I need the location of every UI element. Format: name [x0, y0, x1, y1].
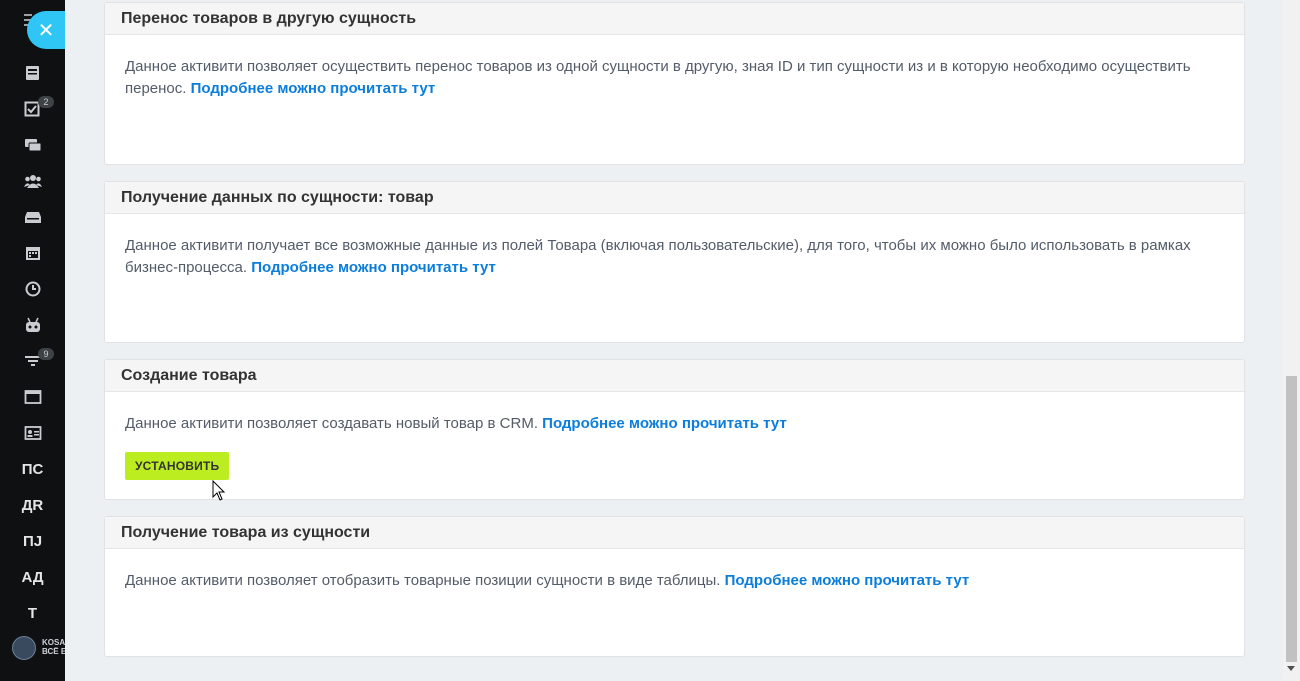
feed-icon[interactable]: [24, 65, 42, 81]
funnel-badge: 9: [38, 348, 54, 360]
read-more-link[interactable]: Подробнее можно прочитать тут: [542, 415, 787, 432]
robot-icon[interactable]: [24, 317, 42, 333]
activity-card: Создание товара Данное активити позволяе…: [104, 359, 1245, 500]
read-more-link[interactable]: Подробнее можно прочитать тут: [191, 80, 436, 97]
left-sidebar: ✕ 2 9 ПС ДR ПJ АД Т KOSA ВСЁ Е: [0, 0, 65, 681]
scroll-down-arrow-icon[interactable]: [1287, 666, 1295, 671]
read-more-link[interactable]: Подробнее можно прочитать тут: [725, 572, 970, 589]
card-description: Данное активити позволяет создавать новы…: [105, 392, 1244, 480]
sidebar-item-ad[interactable]: АД: [0, 569, 65, 586]
card-description: Данное активити позволяет осуществить пе…: [125, 58, 1191, 97]
card-description: Данное активити позволяет отобразить тов…: [125, 572, 970, 589]
scrollbar-thumb[interactable]: [1286, 376, 1297, 662]
tasks-badge: 2: [38, 96, 54, 108]
install-button[interactable]: УСТАНОВИТЬ: [125, 452, 230, 480]
card-description: Данное активити получает все возможные д…: [125, 237, 1191, 276]
read-more-link[interactable]: Подробнее можно прочитать тут: [251, 259, 496, 276]
clock-icon[interactable]: [24, 281, 42, 297]
activity-card: Перенос товаров в другую сущность Данное…: [104, 2, 1245, 165]
sidebar-item-dr[interactable]: ДR: [0, 497, 65, 514]
mouse-cursor-icon: [212, 480, 226, 501]
groups-icon[interactable]: [24, 173, 42, 189]
sidebar-item-pj[interactable]: ПJ: [0, 533, 65, 550]
chat-icon[interactable]: [24, 137, 42, 153]
sidebar-item-ps[interactable]: ПС: [0, 461, 65, 478]
logo-icon: [12, 636, 36, 660]
activity-card: Получение данных по сущности: товар Данн…: [104, 181, 1245, 343]
logo-text: KOSA ВСЁ Е: [42, 638, 65, 656]
sidebar-item-t[interactable]: Т: [0, 605, 65, 622]
activity-card: Получение товара из сущности Данное акти…: [104, 516, 1245, 657]
card-title: Создание товара: [105, 360, 1244, 392]
close-button[interactable]: ✕: [27, 11, 65, 49]
vertical-scrollbar[interactable]: [1283, 0, 1300, 681]
window-icon[interactable]: [24, 389, 42, 405]
company-logo[interactable]: KOSA ВСЁ Е: [12, 635, 65, 663]
card-title: Получение товара из сущности: [105, 517, 1244, 549]
card-title: Получение данных по сущности: товар: [105, 182, 1244, 214]
calendar-icon[interactable]: [24, 245, 42, 261]
drive-icon[interactable]: [24, 209, 42, 225]
card-title: Перенос товаров в другую сущность: [105, 3, 1244, 35]
contact-card-icon[interactable]: [24, 425, 42, 441]
